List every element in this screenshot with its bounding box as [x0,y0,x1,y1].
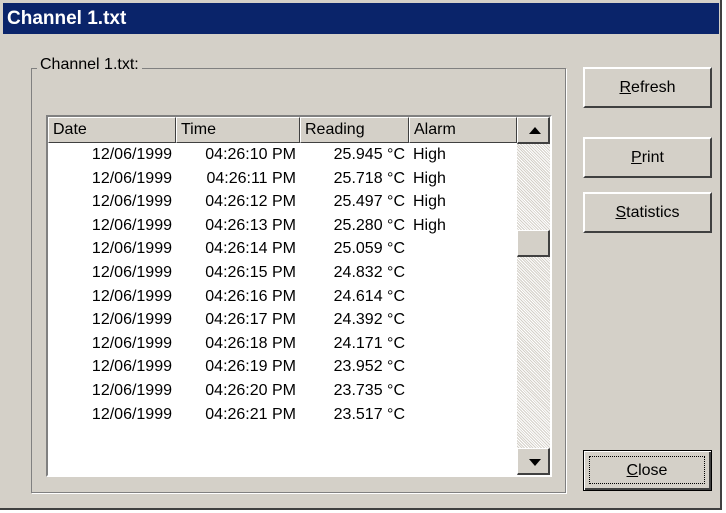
print-button[interactable]: Print [583,137,712,178]
column-header-reading[interactable]: Reading [300,117,409,143]
cell-alarm [409,285,517,309]
cell-time: 04:26:16 PM [205,287,296,305]
statistics-button[interactable]: Statistics [583,192,712,233]
table-row[interactable]: 12/06/1999 04:26:18 PM 24.171 °C [48,332,517,356]
table-row[interactable]: 12/06/1999 04:26:14 PM 25.059 °C [48,237,517,261]
cell-time: 04:26:12 PM [205,193,296,211]
arrow-down-icon [529,459,541,466]
table-row[interactable]: 12/06/1999 04:26:13 PM 25.280 °C High [48,214,517,238]
table-row[interactable]: 12/06/1999 04:26:12 PM 25.497 °C High [48,190,517,214]
table-row[interactable]: 12/06/1999 04:26:16 PM 24.614 °C [48,285,517,309]
cell-alarm: High [413,193,446,211]
refresh-label: efresh [631,79,676,96]
cell-time: 04:26:13 PM [205,216,296,234]
cell-date: 12/06/1999 [91,169,172,187]
cell-alarm [409,332,517,356]
cell-date: 12/06/1999 [91,193,172,211]
cell-date: 12/06/1999 [91,240,172,258]
table-body: 12/06/1999 04:26:10 PM 25.945 °C High 12/06/… [48,143,517,426]
table-row[interactable]: 12/06/1999 04:26:17 PM 24.392 °C [48,308,517,332]
cell-reading: 24.392 °C [333,311,405,329]
print-label: rint [641,149,664,166]
table-row[interactable]: 12/06/1999 04:26:15 PM 24.832 °C [48,261,517,285]
scroll-down-button[interactable] [517,448,550,475]
refresh-mnemonic: R [619,79,632,96]
cell-date: 12/06/1999 [91,358,172,376]
statistics-label: tatistics [626,204,680,221]
cell-reading: 23.517 °C [333,405,405,423]
cell-date: 12/06/1999 [91,287,172,305]
table-row[interactable]: 12/06/1999 04:26:21 PM 23.517 °C [48,403,517,427]
cell-alarm [409,261,517,285]
cell-alarm [409,355,517,379]
cell-reading: 25.059 °C [333,240,405,258]
column-header-row: Date Time Reading Alarm [48,117,517,143]
cell-alarm [409,237,517,261]
refresh-button[interactable]: Refresh [583,67,712,108]
window-title: Channel 1.txt [7,8,127,29]
cell-alarm [409,308,517,332]
cell-date: 12/06/1999 [91,405,172,423]
cell-reading: 25.497 °C [333,193,405,211]
print-mnemonic: P [631,149,642,166]
table-row[interactable]: 12/06/1999 04:26:20 PM 23.735 °C [48,379,517,403]
cell-reading: 25.280 °C [333,216,405,234]
cell-time: 04:26:18 PM [205,334,296,352]
column-header-alarm[interactable]: Alarm [409,117,517,143]
column-header-time[interactable]: Time [176,117,300,143]
cell-reading: 25.945 °C [333,146,405,163]
dialog-window: Channel 1.txt Channel 1.txt: Date Time R… [0,0,722,510]
cell-date: 12/06/1999 [91,311,172,329]
cell-time: 04:26:10 PM [205,146,296,163]
cell-reading: 24.832 °C [333,263,405,281]
cell-time: 04:26:21 PM [205,405,296,423]
list-content: Date Time Reading Alarm 12/06/1999 04:26:… [48,117,517,475]
table-row[interactable]: 12/06/1999 04:26:10 PM 25.945 °C High [48,143,517,167]
cell-reading: 24.171 °C [333,334,405,352]
cell-alarm [409,403,517,427]
cell-reading: 24.614 °C [333,287,405,305]
group-box-label: Channel 1.txt: [37,56,142,74]
cell-alarm [409,379,517,403]
readings-list[interactable]: Date Time Reading Alarm 12/06/1999 04:26:… [46,115,552,477]
cell-date: 12/06/1999 [91,263,172,281]
cell-reading: 23.952 °C [333,358,405,376]
close-label: lose [638,462,668,479]
focus-rect: Close [589,456,705,484]
cell-alarm: High [413,216,446,234]
scroll-thumb[interactable] [517,230,550,257]
cell-time: 04:26:14 PM [205,240,296,258]
cell-reading: 25.718 °C [333,169,405,187]
cell-time: 04:26:20 PM [205,381,296,399]
cell-time: 04:26:15 PM [205,263,296,281]
close-button[interactable]: Close [583,450,712,491]
cell-date: 12/06/1999 [91,381,172,399]
table-row[interactable]: 12/06/1999 04:26:11 PM 25.718 °C High [48,167,517,191]
close-mnemonic: C [626,462,639,479]
cell-alarm: High [413,146,446,163]
cell-reading: 23.735 °C [333,381,405,399]
cell-date: 12/06/1999 [91,146,172,163]
cell-alarm: High [413,169,446,187]
statistics-mnemonic: S [615,204,627,221]
arrow-up-icon [529,127,541,134]
column-header-date[interactable]: Date [48,117,176,143]
cell-date: 12/06/1999 [91,334,172,352]
scroll-up-button[interactable] [517,117,550,144]
table-row[interactable]: 12/06/1999 04:26:19 PM 23.952 °C [48,355,517,379]
cell-date: 12/06/1999 [91,216,172,234]
vertical-scrollbar[interactable] [517,117,550,475]
cell-time: 04:26:19 PM [205,358,296,376]
cell-time: 04:26:11 PM [206,169,296,187]
title-bar[interactable]: Channel 1.txt [3,3,719,34]
cell-time: 04:26:17 PM [205,311,296,329]
